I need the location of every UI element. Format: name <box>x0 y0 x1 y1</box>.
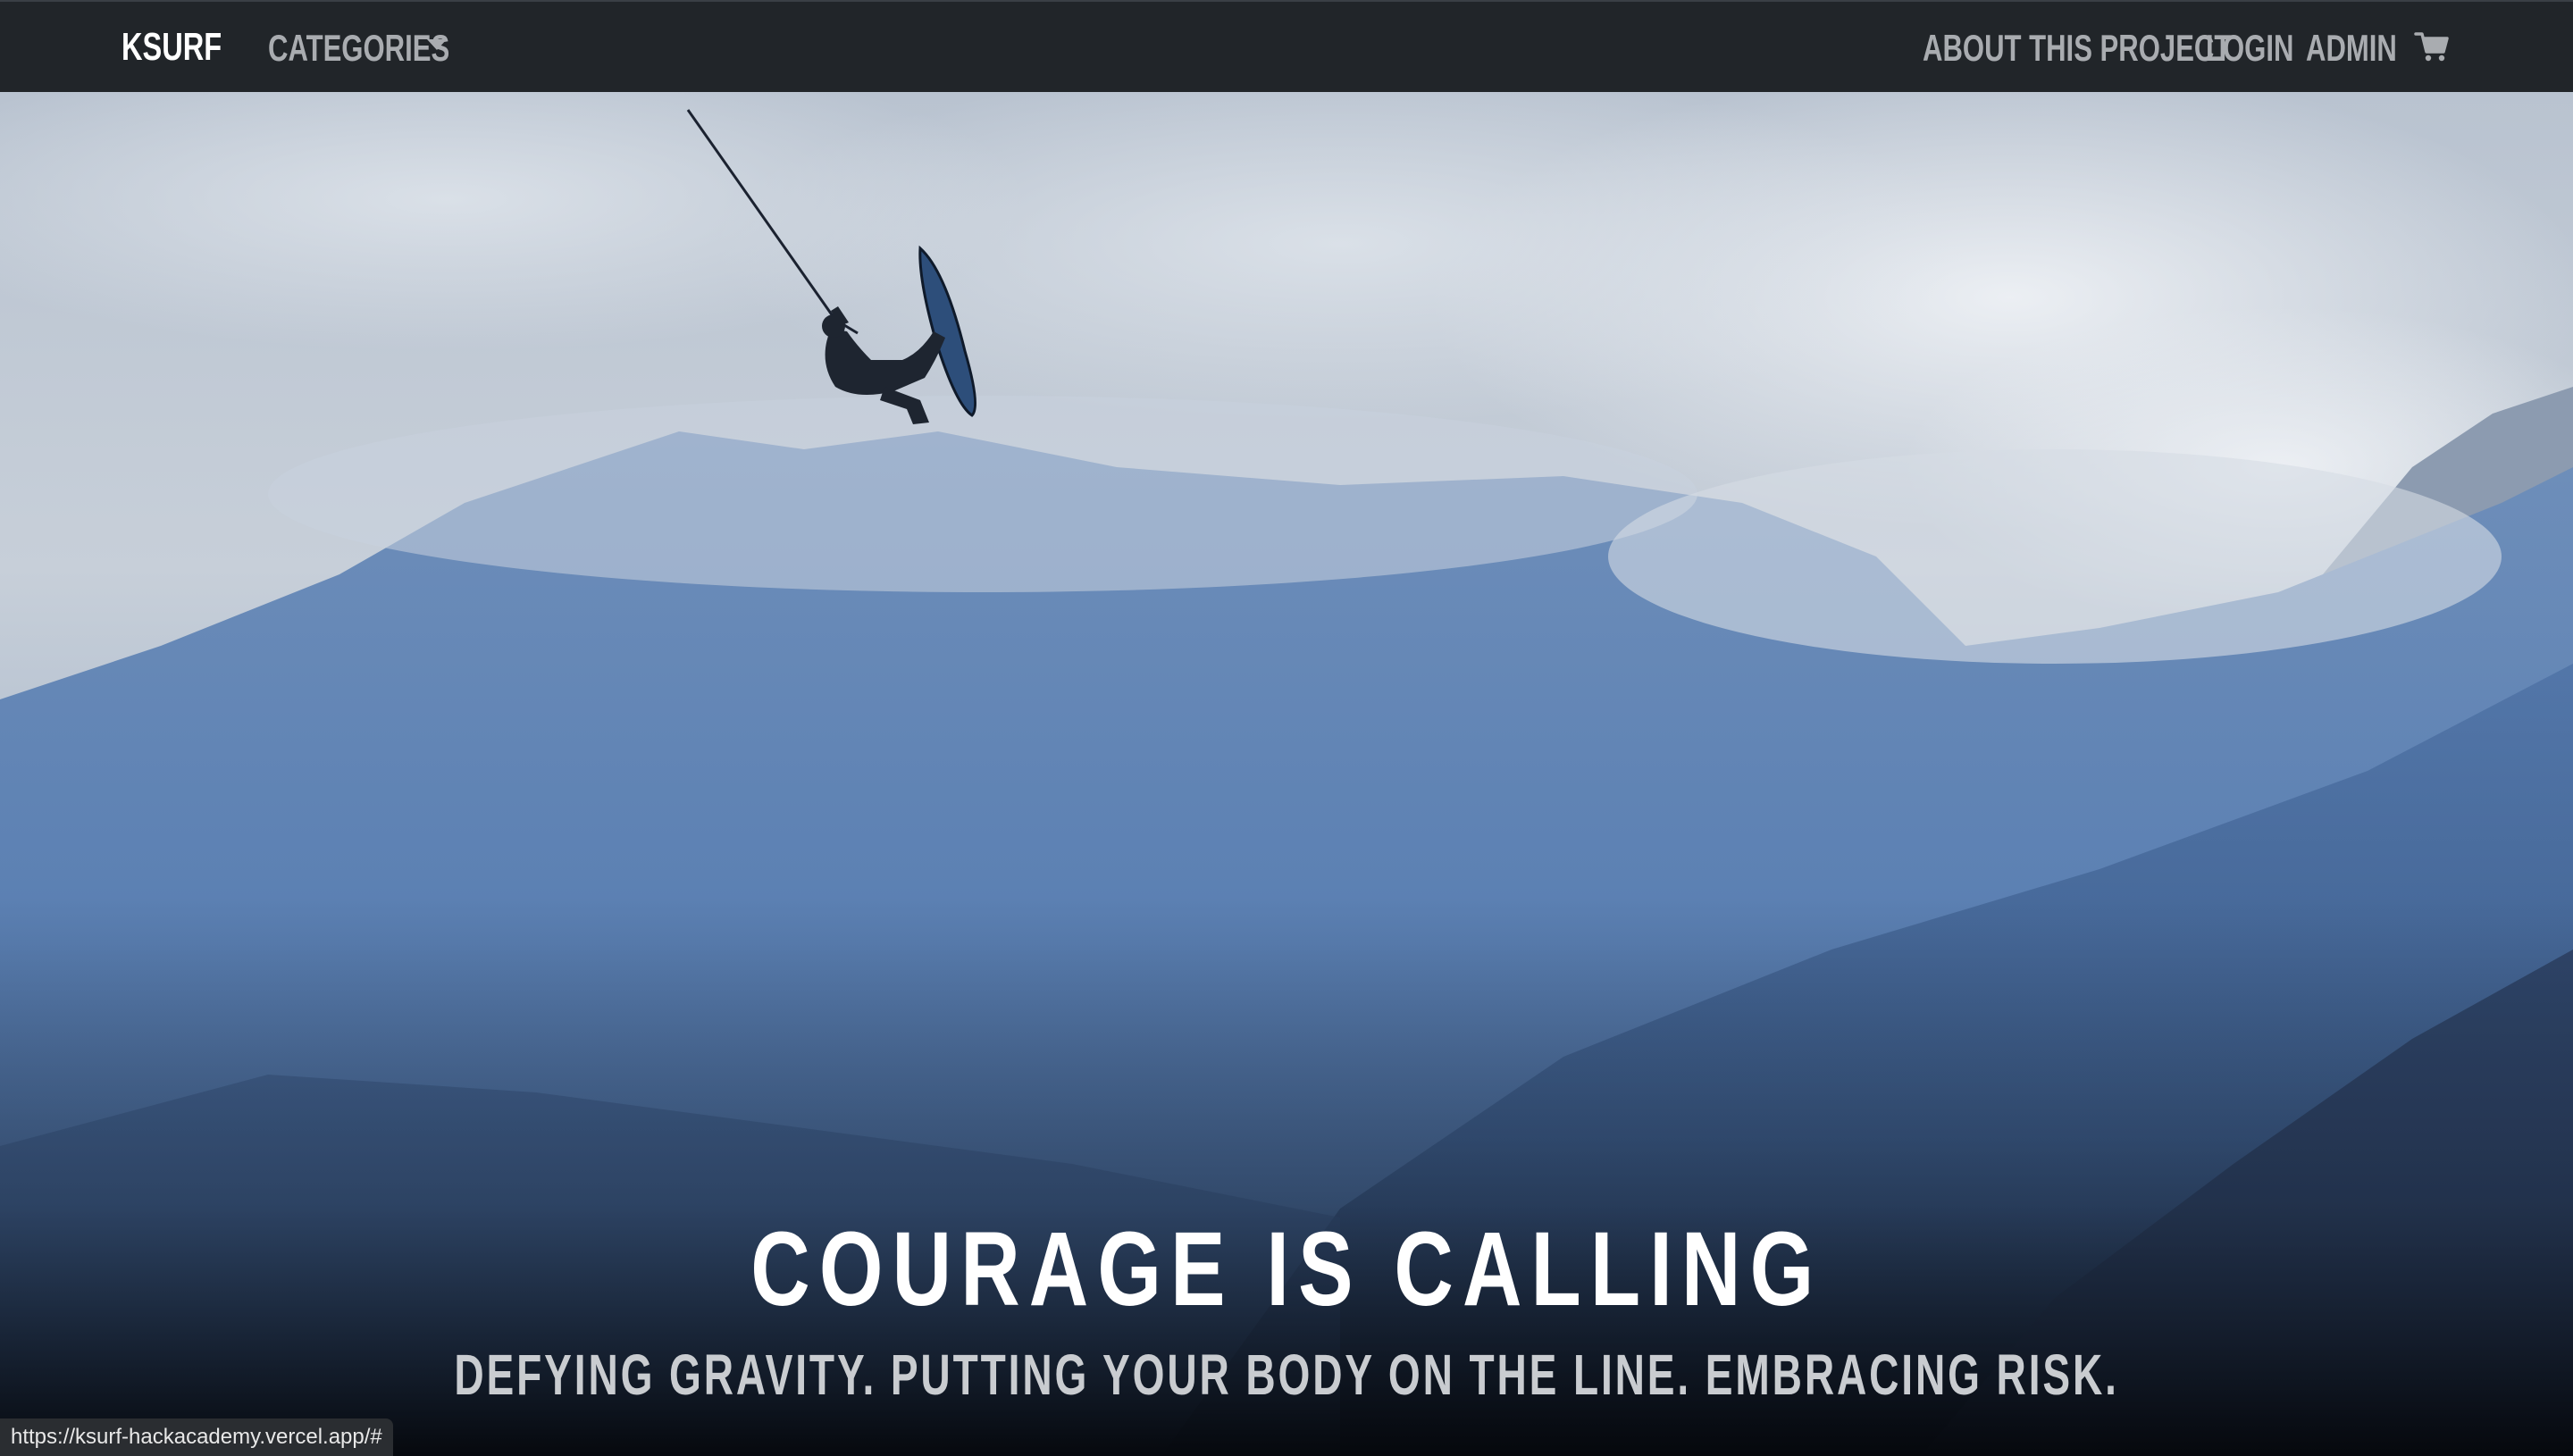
caret-down-icon[interactable] <box>427 39 447 50</box>
top-navbar: KSURF CATEGORIES ABOUT THIS PROJECT LOGI… <box>0 0 2573 92</box>
hero-subtitle-text: DEFYING GRAVITY. PUTTING YOUR BODY ON TH… <box>454 1343 2119 1407</box>
about-this-project-link[interactable]: ABOUT THIS PROJECT <box>1923 29 2231 67</box>
admin-link[interactable]: ADMIN <box>2306 29 2397 67</box>
browser-status-url: https://ksurf-hackacademy.vercel.app/# <box>0 1418 393 1456</box>
brand-logo-link[interactable]: KSURF <box>122 28 222 67</box>
cart-icon[interactable] <box>2414 29 2450 64</box>
hero-title-text: COURAGE IS CALLING <box>750 1210 1823 1329</box>
page: KSURF CATEGORIES ABOUT THIS PROJECT LOGI… <box>0 0 2573 1456</box>
login-link[interactable]: LOGIN <box>2206 29 2293 67</box>
categories-dropdown-toggle[interactable]: CATEGORIES <box>268 29 449 67</box>
hero-section: COURAGE IS CALLING DEFYING GRAVITY. PUTT… <box>0 92 2573 1456</box>
hero-title: COURAGE IS CALLING <box>0 1217 2573 1322</box>
hero-subtitle: DEFYING GRAVITY. PUTTING YOUR BODY ON TH… <box>0 1346 2573 1403</box>
